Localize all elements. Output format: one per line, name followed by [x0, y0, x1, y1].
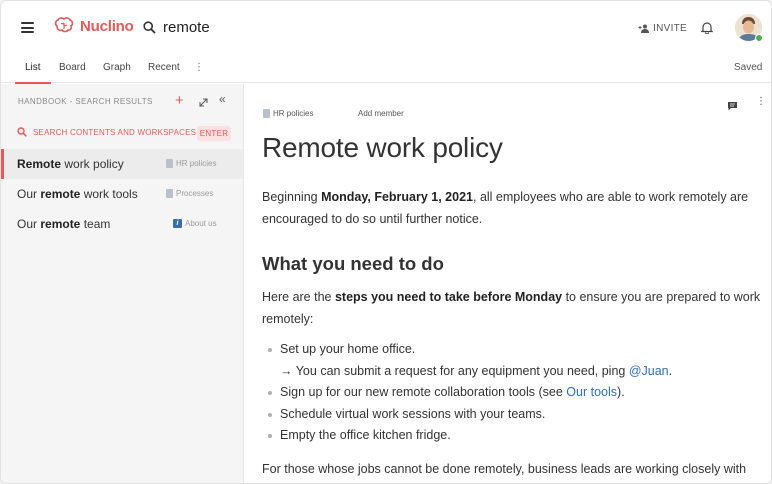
bell-icon: [700, 22, 714, 35]
closing-paragraph[interactable]: For those whose jobs cannot be done remo…: [262, 458, 762, 480]
result-workspace: Processes: [166, 189, 213, 198]
tab-list[interactable]: List: [25, 62, 41, 73]
result-title: Remote work policy: [17, 157, 124, 171]
search-result-item[interactable]: Our remote team i About us: [1, 209, 243, 239]
add-member-button[interactable]: Add member: [358, 109, 404, 118]
result-workspace: i About us: [173, 219, 217, 228]
logo[interactable]: Nuclino: [53, 17, 134, 35]
result-title: Our remote work tools: [17, 187, 138, 201]
expand-icon[interactable]: [199, 94, 208, 112]
collapse-sidebar-icon[interactable]: «: [219, 92, 226, 106]
intro-paragraph[interactable]: Beginning Monday, February 1, 2021, all …: [262, 186, 762, 230]
document-icon: [263, 109, 270, 118]
list-subitem[interactable]: → You can submit a request for any equip…: [267, 361, 757, 383]
list-item[interactable]: Empty the office kitchen fridge.: [267, 425, 757, 447]
tab-board[interactable]: Board: [59, 62, 86, 73]
list-item[interactable]: Schedule virtual work sessions with your…: [267, 404, 757, 426]
tab-recent[interactable]: Recent: [148, 62, 180, 73]
section-heading[interactable]: What you need to do: [262, 253, 444, 275]
logo-text: Nuclino: [80, 17, 134, 35]
comment-icon[interactable]: [727, 98, 738, 116]
sidebar-header: HANDBOOK - SEARCH RESULTS: [18, 97, 153, 106]
online-status-dot: [755, 34, 763, 42]
sidebar: HANDBOOK - SEARCH RESULTS + « SEARCH CON…: [1, 84, 244, 483]
search-contents-button[interactable]: SEARCH CONTENTS AND WORKSPACES: [17, 127, 196, 137]
steps-paragraph[interactable]: Here are the steps you need to take befo…: [262, 286, 762, 330]
search-result-item[interactable]: Remote work policy HR policies: [1, 149, 243, 179]
view-tabs: List Board Graph Recent ⋮ Saved: [1, 55, 771, 84]
search-bar[interactable]: remote: [143, 19, 210, 36]
top-bar: Nuclino remote INVITE: [1, 1, 771, 53]
notifications-button[interactable]: [700, 21, 714, 39]
document-pane: HR policies Add member ⋮ Remote work pol…: [245, 84, 771, 483]
menu-icon[interactable]: [21, 22, 34, 33]
app-window: Nuclino remote INVITE List Board Graph R…: [0, 0, 772, 484]
search-icon: [17, 127, 27, 137]
result-title: Our remote team: [17, 217, 111, 231]
more-options-icon[interactable]: ⋮: [756, 96, 766, 107]
add-item-icon[interactable]: +: [175, 92, 184, 109]
document-icon: [166, 159, 173, 168]
info-icon: i: [173, 219, 182, 228]
more-tabs-icon[interactable]: ⋮: [194, 62, 204, 73]
search-result-item[interactable]: Our remote work tools Processes: [1, 179, 243, 209]
document-title[interactable]: Remote work policy: [262, 132, 503, 164]
invite-button[interactable]: INVITE: [638, 23, 687, 34]
enter-badge[interactable]: ENTER: [197, 126, 231, 141]
active-item-indicator: [1, 149, 4, 179]
result-workspace: HR policies: [166, 159, 216, 168]
brain-logo-icon: [54, 17, 74, 33]
document-icon: [166, 189, 173, 198]
invite-label: INVITE: [653, 23, 688, 34]
tab-graph[interactable]: Graph: [103, 62, 131, 73]
search-input[interactable]: remote: [163, 19, 210, 36]
mention-link[interactable]: @Juan: [629, 364, 669, 378]
our-tools-link[interactable]: Our tools: [566, 385, 617, 399]
list-item[interactable]: Sign up for our new remote collaboration…: [267, 382, 757, 404]
document-workspace-link[interactable]: HR policies: [263, 109, 313, 118]
list-item[interactable]: Set up your home office.: [267, 339, 757, 361]
search-contents-label: SEARCH CONTENTS AND WORKSPACES: [33, 127, 197, 137]
search-icon: [143, 21, 156, 34]
steps-list: Set up your home office. → You can submi…: [267, 339, 757, 447]
add-person-icon: [638, 24, 649, 33]
save-status: Saved: [734, 62, 763, 73]
